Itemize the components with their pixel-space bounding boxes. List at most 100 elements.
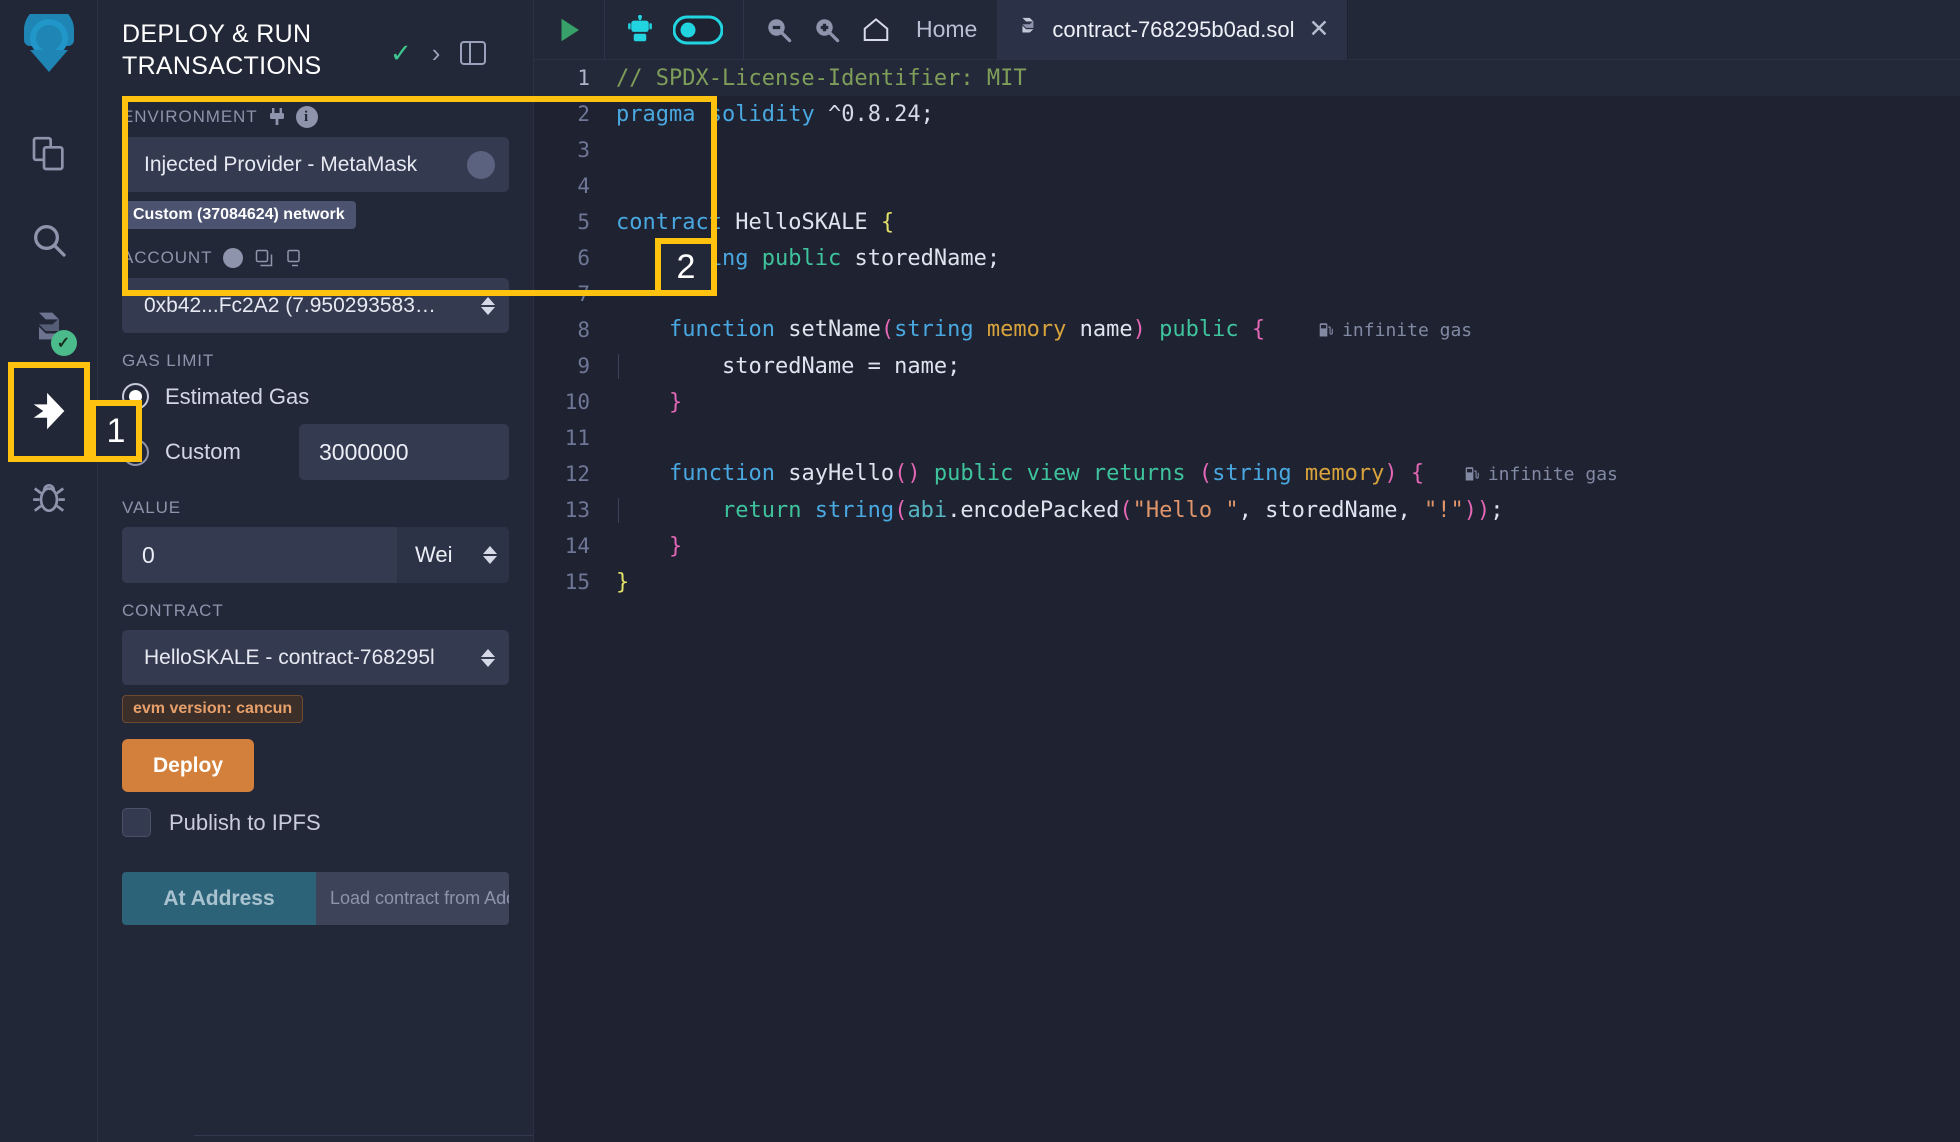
line-number: 15	[564, 570, 590, 594]
close-icon[interactable]: ✕	[1309, 17, 1330, 42]
line-number: 11	[564, 426, 590, 450]
value-unit-label: Wei	[415, 542, 453, 567]
line-number: 1	[577, 66, 590, 90]
code-line: 5 contract HelloSKALE {	[534, 204, 1960, 240]
at-address-row: At Address Load contract from Address	[122, 872, 509, 925]
icon-sidebar: ✓	[0, 0, 98, 1142]
chevron-updown-icon[interactable]	[481, 648, 495, 667]
gas-estimated-row[interactable]: Estimated Gas	[122, 383, 509, 410]
line-content: // SPDX-License-Identifier: MIT	[616, 66, 1960, 91]
code-line: 4	[534, 168, 1960, 204]
gas-pump-icon	[1318, 322, 1335, 344]
line-content: return string(abi.encodePacked("Hello ",…	[616, 497, 1960, 523]
line-content: string public storedName;	[669, 245, 1001, 271]
annotation-number-1: 1	[90, 400, 142, 462]
gas-limit-section: GAS LIMIT Estimated Gas Custom 3000000	[122, 351, 509, 480]
line-content: }	[616, 569, 630, 595]
line-number: 8	[577, 318, 590, 342]
gas-pump-icon	[1464, 466, 1481, 488]
line-content: function sayHello() public view returns …	[668, 460, 1618, 486]
publish-ipfs-row[interactable]: Publish to IPFS	[122, 808, 509, 837]
radio-estimated-gas-label: Estimated Gas	[165, 383, 310, 409]
annotation-box-1	[8, 362, 90, 462]
zoom-out-icon[interactable]	[764, 15, 794, 45]
code-line: 10 }	[534, 384, 1960, 420]
gas-estimate-note: infinite gas	[1318, 320, 1472, 341]
annotation-number-2: 2	[655, 238, 717, 296]
page-title: DEPLOY & RUN TRANSACTIONS	[122, 20, 322, 80]
value-section: VALUE 0 Wei	[122, 498, 509, 583]
contract-select[interactable]: HelloSKALE - contract-768295l	[122, 630, 509, 685]
evm-version-badge: evm version: cancun	[122, 695, 304, 723]
line-number: 13	[564, 498, 590, 522]
home-icon[interactable]	[860, 15, 892, 45]
remix-ide-window: ✓ DEPLOY & RUN TRANSACTIONS ✓ › ENVIRONM…	[0, 0, 1960, 1142]
value-input[interactable]: 0	[122, 527, 397, 583]
gas-limit-label: GAS LIMIT	[122, 351, 215, 370]
panel-divider	[194, 1135, 533, 1136]
publish-ipfs-label: Publish to IPFS	[169, 809, 321, 835]
ai-toggle[interactable]	[673, 15, 723, 45]
code-line: 12 function sayHello() public view retur…	[534, 456, 1960, 492]
line-number: 12	[564, 462, 590, 486]
remix-logo	[14, 14, 84, 80]
code-line: 1 // SPDX-License-Identifier: MIT	[534, 60, 1960, 96]
compile-success-badge: ✓	[50, 330, 77, 356]
editor-area: Home contract-768295b0ad.sol ✕ 1 // SPDX…	[534, 0, 1960, 1142]
sidebar-item-file-explorer[interactable]	[13, 118, 85, 190]
code-line: 8 function setName(string memory name) p…	[534, 312, 1960, 348]
at-address-input[interactable]: Load contract from Address	[316, 872, 509, 925]
code-line: 7	[534, 276, 1960, 312]
layout-panel-icon[interactable]	[460, 41, 487, 65]
chevron-right-icon[interactable]: ›	[432, 40, 441, 66]
editor-tabs: contract-768295b0ad.sol ✕	[998, 0, 1960, 60]
deploy-button[interactable]: Deploy	[122, 739, 254, 792]
at-address-button[interactable]: At Address	[122, 872, 316, 925]
play-icon[interactable]	[554, 15, 584, 45]
line-content: function setName(string memory name) pub…	[668, 316, 1473, 342]
line-content: pragma solidity ^0.8.24;	[616, 101, 934, 127]
sidebar-item-solidity-compiler[interactable]: ✓	[13, 290, 85, 362]
line-content: }	[668, 533, 683, 559]
code-line: 9 storedName = name;	[534, 348, 1960, 384]
run-group	[534, 0, 605, 60]
tab-contract-sol[interactable]: contract-768295b0ad.sol ✕	[998, 0, 1349, 60]
panel-header: DEPLOY & RUN TRANSACTIONS ✓ ›	[98, 0, 533, 88]
tab-label: contract-768295b0ad.sol	[1052, 16, 1295, 42]
gas-custom-row: Custom 3000000	[122, 424, 509, 480]
code-token-comment: // SPDX-License-Identifier: MIT	[616, 65, 1027, 91]
sidebar-item-debugger[interactable]	[13, 462, 85, 534]
gas-estimate-note: infinite gas	[1464, 464, 1618, 485]
editor-toolbar: Home contract-768295b0ad.sol ✕	[534, 0, 1960, 60]
code-line: 14 }	[534, 528, 1960, 564]
zoom-home-group: Home	[744, 0, 999, 60]
contract-section: CONTRACT HelloSKALE - contract-768295l e…	[122, 601, 509, 723]
code-editor[interactable]: 1 // SPDX-License-Identifier: MIT 2 prag…	[534, 60, 1960, 1142]
code-line: 13 return string(abi.encodePacked("Hello…	[534, 492, 1960, 528]
line-content: }	[668, 389, 683, 415]
line-content: contract HelloSKALE {	[616, 209, 895, 235]
chevron-updown-icon[interactable]	[481, 296, 495, 315]
code-line: 2 pragma solidity ^0.8.24;	[534, 96, 1960, 132]
publish-ipfs-checkbox[interactable]	[122, 808, 151, 837]
robot-icon[interactable]	[625, 14, 655, 45]
home-label[interactable]: Home	[916, 16, 977, 43]
zoom-in-icon[interactable]	[812, 15, 842, 45]
code-line: 6 string public storedName;	[534, 240, 1960, 276]
line-content: storedName = name;	[616, 353, 1960, 379]
code-line: 15 }	[534, 564, 1960, 600]
value-label: VALUE	[122, 498, 181, 517]
annotation-box-2	[122, 96, 717, 296]
sidebar-item-search[interactable]	[13, 204, 85, 276]
line-number: 10	[564, 390, 590, 414]
custom-gas-input[interactable]: 3000000	[299, 424, 509, 480]
contract-label: CONTRACT	[122, 601, 224, 620]
ai-group	[605, 0, 744, 60]
value-unit-select[interactable]: Wei	[397, 527, 509, 583]
radio-custom-gas-label: Custom	[165, 439, 241, 464]
code-line: 11	[534, 420, 1960, 456]
check-icon[interactable]: ✓	[390, 40, 412, 66]
chevron-updown-icon[interactable]	[483, 546, 497, 564]
line-number: 14	[564, 534, 590, 558]
code-line: 3	[534, 132, 1960, 168]
